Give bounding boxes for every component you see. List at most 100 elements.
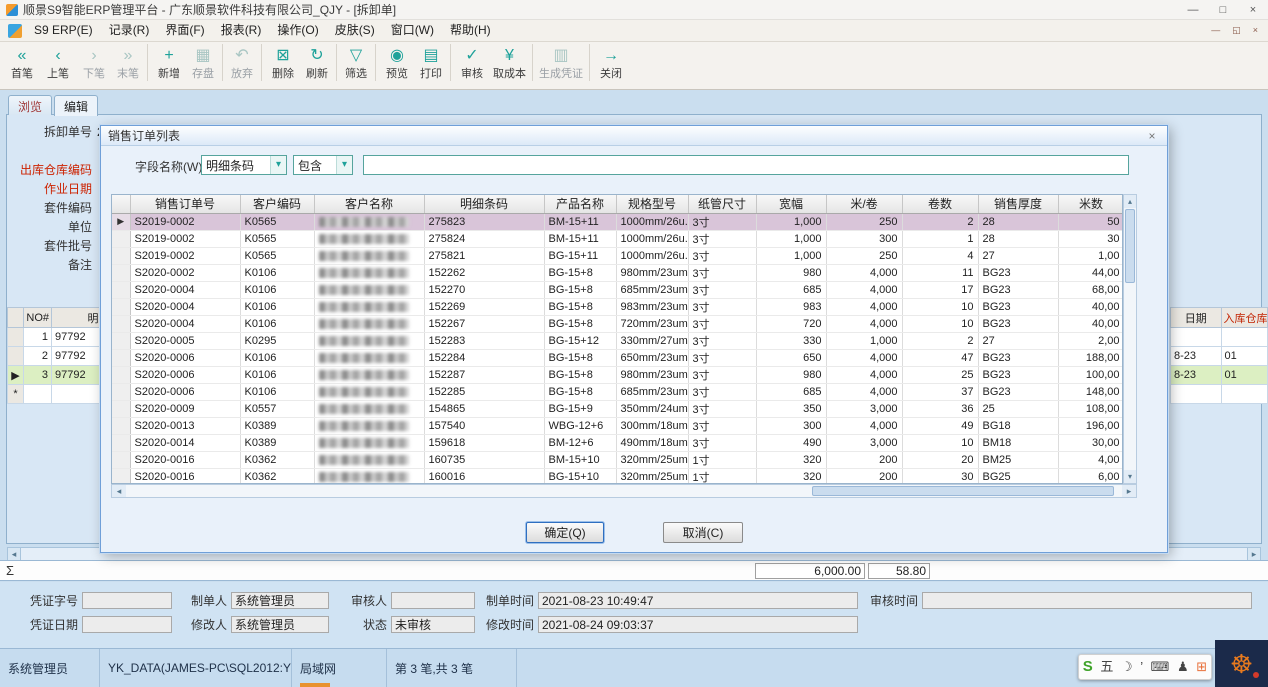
next-record-button[interactable]: › 下笔	[76, 44, 112, 81]
menu-s9erp[interactable]: S9 ERP(E)	[26, 20, 101, 41]
operator-select[interactable]: 包含 ▾	[293, 155, 353, 175]
order-row[interactable]: S2020-0002 K0106 152262 BG-15+8 980mm/23…	[112, 264, 1123, 281]
close-form-button[interactable]: → 关闭	[593, 44, 629, 81]
meters-per-roll-header[interactable]: 米/卷	[826, 195, 902, 213]
prev-record-button[interactable]: ‹ 上笔	[40, 44, 76, 81]
user-icon[interactable]: ♟	[1177, 655, 1189, 679]
cancel-button[interactable]: 取消(C)	[663, 522, 743, 543]
scroll-right-icon[interactable]: ▸	[1122, 485, 1136, 497]
tab-edit[interactable]: 编辑	[54, 95, 98, 116]
moon-icon[interactable]: ☽	[1121, 655, 1133, 679]
grid-vertical-scrollbar[interactable]: ▴ ▾	[1123, 194, 1137, 484]
filter-button[interactable]: ▽ 筛选	[340, 44, 376, 81]
footer-field-label: 凭证日期	[16, 616, 78, 633]
get-cost-button[interactable]: ¥ 取成本	[490, 44, 533, 81]
no-column-header[interactable]: NO#	[24, 308, 52, 328]
generate-voucher-button[interactable]: ▥ 生成凭证	[536, 44, 590, 81]
meters-header[interactable]: 米数	[1058, 195, 1123, 213]
punctuation-icon[interactable]: ’	[1140, 655, 1143, 679]
refresh-button[interactable]: ↻ 刷新	[301, 44, 337, 81]
order-row[interactable]: S2020-0004 K0106 152269 BG-15+8 983mm/23…	[112, 298, 1123, 315]
scroll-up-icon[interactable]: ▴	[1124, 195, 1136, 208]
sogou-ime-icon[interactable]: S	[1083, 655, 1093, 679]
child-minimize-icon[interactable]: —	[1211, 20, 1220, 41]
menu-view[interactable]: 界面(F)	[157, 20, 212, 41]
close-icon[interactable]: ×	[1238, 0, 1268, 20]
menu-report[interactable]: 报表(R)	[213, 20, 270, 41]
order-row[interactable]: S2019-0002 K0565 275821 BG-15+11 1000mm/…	[112, 247, 1123, 264]
warehouse-column-header[interactable]: 入库仓库	[1221, 308, 1267, 328]
print-button[interactable]: ▤ 打印	[415, 44, 451, 81]
tube-size-cell: 3寸	[688, 247, 756, 264]
confirm-button[interactable]: 确定(Q)	[526, 522, 604, 543]
chevron-down-icon[interactable]: ▾	[336, 156, 352, 174]
scroll-down-icon[interactable]: ▾	[1124, 470, 1136, 483]
scroll-left-icon[interactable]: ◂	[112, 485, 126, 497]
menu-help[interactable]: 帮助(H)	[442, 20, 499, 41]
detail-row[interactable]: 8-23 01	[1171, 347, 1268, 366]
customer-name-header[interactable]: 客户名称	[314, 195, 424, 213]
order-no-header[interactable]: 销售订单号	[130, 195, 240, 213]
minimize-icon[interactable]: —	[1178, 0, 1208, 20]
thickness-header[interactable]: 销售厚度	[978, 195, 1058, 213]
tab-browse[interactable]: 浏览	[8, 95, 52, 115]
menu-record[interactable]: 记录(R)	[101, 20, 158, 41]
order-row[interactable]: S2020-0006 K0106 152285 BG-15+8 685mm/23…	[112, 383, 1123, 400]
dialog-close-icon[interactable]: ×	[1144, 129, 1160, 143]
discard-button[interactable]: ↶ 放弃	[226, 44, 262, 81]
toolbox-icon[interactable]: ⊞	[1196, 655, 1207, 679]
delete-button[interactable]: ⊠ 删除	[265, 44, 301, 81]
order-row[interactable]: ▶ S2019-0002 K0565 275823 BM-15+11 1000m…	[112, 213, 1123, 230]
scroll-right-icon[interactable]: ▸	[1247, 547, 1261, 561]
meters-cell: 68,00	[1058, 281, 1123, 298]
menu-operation[interactable]: 操作(O)	[269, 20, 326, 41]
date-column-header[interactable]: 日期	[1171, 308, 1222, 328]
order-row[interactable]: S2020-0005 K0295 152283 BG-15+12 330mm/2…	[112, 332, 1123, 349]
order-row[interactable]: S2020-0016 K0362 160735 BM-15+10 320mm/2…	[112, 451, 1123, 468]
order-row[interactable]: S2020-0014 K0389 159618 BM-12+6 490mm/18…	[112, 434, 1123, 451]
new-button[interactable]: + 新增	[151, 44, 187, 81]
scrollbar-thumb[interactable]	[812, 486, 1114, 496]
field-name-select[interactable]: 明细条码 ▾	[201, 155, 287, 175]
menu-skin[interactable]: 皮肤(S)	[327, 20, 383, 41]
spec-cell: 685mm/23um...	[616, 383, 688, 400]
order-row[interactable]: S2020-0006 K0106 152287 BG-15+8 980mm/23…	[112, 366, 1123, 383]
order-row[interactable]: S2020-0013 K0389 157540 WBG-12+6 300mm/1…	[112, 417, 1123, 434]
grid-horizontal-scrollbar[interactable]: ◂ ▸	[111, 484, 1137, 498]
customer-code-header[interactable]: 客户编码	[240, 195, 314, 213]
menu-window[interactable]: 窗口(W)	[383, 20, 442, 41]
first-record-button[interactable]: « 首笔	[4, 44, 40, 81]
chevron-down-icon[interactable]: ▾	[270, 156, 286, 174]
field-label: 作业日期	[10, 180, 92, 197]
detail-row[interactable]	[1171, 385, 1268, 404]
keyboard-icon[interactable]: ⌨	[1151, 655, 1170, 679]
order-row[interactable]: S2020-0004 K0106 152267 BG-15+8 720mm/23…	[112, 315, 1123, 332]
order-row[interactable]: S2020-0016 K0362 160016 BG-15+10 320mm/2…	[112, 468, 1123, 484]
preview-button[interactable]: ◉ 预览	[379, 44, 415, 81]
dialog-titlebar[interactable]: 销售订单列表 ×	[101, 126, 1167, 146]
order-row[interactable]: S2019-0002 K0565 275824 BM-15+11 1000mm/…	[112, 230, 1123, 247]
scroll-left-icon[interactable]: ◂	[7, 547, 21, 561]
tube-size-header[interactable]: 纸管尺寸	[688, 195, 756, 213]
product-header[interactable]: 产品名称	[544, 195, 616, 213]
maximize-icon[interactable]: □	[1208, 0, 1238, 20]
wubi-mode-indicator[interactable]: 五	[1100, 655, 1113, 679]
save-button[interactable]: ▦ 存盘	[187, 44, 223, 81]
width-header[interactable]: 宽幅	[756, 195, 826, 213]
row-marker	[112, 417, 130, 434]
barcode-cell: 152267	[424, 315, 544, 332]
last-record-button[interactable]: » 末笔	[112, 44, 148, 81]
audit-button[interactable]: ✓ 审核	[454, 44, 490, 81]
order-row[interactable]: S2020-0004 K0106 152270 BG-15+8 685mm/23…	[112, 281, 1123, 298]
child-close-icon[interactable]: ×	[1253, 20, 1258, 41]
filter-value-input[interactable]	[363, 155, 1129, 175]
child-restore-icon[interactable]: ◱	[1232, 20, 1241, 41]
order-row[interactable]: S2020-0006 K0106 152284 BG-15+8 650mm/23…	[112, 349, 1123, 366]
barcode-header[interactable]: 明细条码	[424, 195, 544, 213]
spec-header[interactable]: 规格型号	[616, 195, 688, 213]
detail-row[interactable]: 8-23 01	[1171, 366, 1268, 385]
order-row[interactable]: S2020-0009 K0557 154865 BG-15+9 350mm/24…	[112, 400, 1123, 417]
roll-count-header[interactable]: 卷数	[902, 195, 978, 213]
detail-row[interactable]	[1171, 328, 1268, 347]
scrollbar-thumb[interactable]	[1125, 209, 1135, 283]
